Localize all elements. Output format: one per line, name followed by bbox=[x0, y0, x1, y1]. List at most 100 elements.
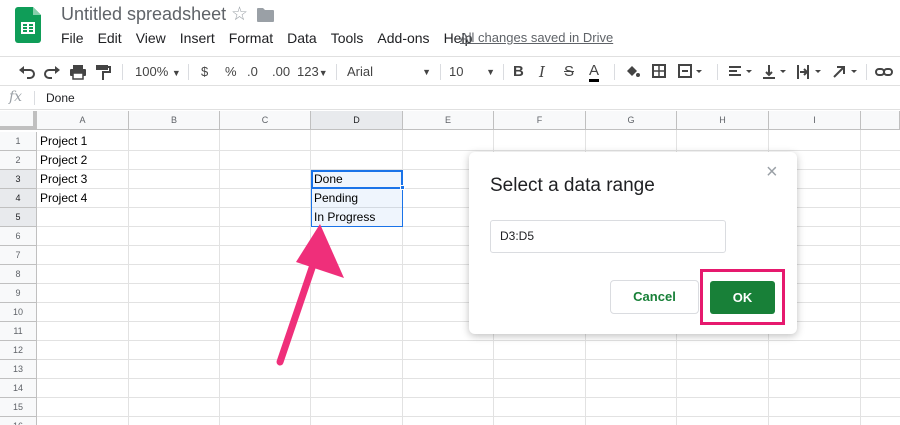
toolbar-divider bbox=[614, 64, 615, 80]
grid-line bbox=[860, 130, 861, 425]
more-formats-select[interactable]: 123▼ bbox=[297, 62, 328, 82]
column-header-g[interactable]: G bbox=[586, 111, 677, 130]
row-header-16[interactable]: 16 bbox=[0, 417, 37, 425]
strikethrough-button[interactable]: S bbox=[564, 62, 574, 82]
row-header-14[interactable]: 14 bbox=[0, 379, 37, 398]
menu-view[interactable]: View bbox=[129, 28, 173, 50]
menu-edit[interactable]: Edit bbox=[91, 28, 129, 50]
select-all-corner[interactable] bbox=[0, 111, 37, 130]
annotation-arrow-icon bbox=[276, 224, 344, 366]
column-header-d[interactable]: D bbox=[311, 111, 403, 130]
font-size-value: 10 bbox=[449, 64, 464, 79]
fill-handle[interactable] bbox=[400, 185, 405, 190]
column-header-a[interactable]: A bbox=[37, 111, 129, 130]
cell-a4[interactable]: Project 4 bbox=[37, 189, 87, 208]
horizontal-align-icon[interactable] bbox=[727, 62, 757, 82]
cell-d4[interactable]: Pending bbox=[311, 189, 358, 208]
row-header-13[interactable]: 13 bbox=[0, 360, 37, 379]
grid-line bbox=[37, 359, 900, 360]
row-header-7[interactable]: 7 bbox=[0, 246, 37, 265]
grid-line bbox=[37, 397, 900, 398]
grid-line bbox=[37, 378, 900, 379]
formula-divider bbox=[34, 91, 35, 105]
toolbar-divider bbox=[188, 64, 189, 80]
font-select[interactable]: Arial ▼ bbox=[347, 62, 431, 82]
zoom-value: 100% bbox=[135, 64, 169, 79]
cancel-button[interactable]: Cancel bbox=[610, 280, 699, 314]
formula-input[interactable]: Done bbox=[46, 91, 75, 105]
sheets-logo-icon[interactable] bbox=[15, 7, 41, 43]
toolbar-divider bbox=[122, 64, 123, 80]
menu-tools[interactable]: Tools bbox=[324, 28, 371, 50]
menu-bar: File Edit View Insert Format Data Tools … bbox=[54, 28, 479, 50]
title-bar: Untitled spreadsheet ☆ File Edit View In… bbox=[0, 0, 900, 56]
function-icon: fx bbox=[9, 89, 23, 105]
column-header-j[interactable] bbox=[861, 111, 900, 130]
print-icon[interactable] bbox=[69, 62, 87, 82]
chevron-down-icon: ▼ bbox=[318, 68, 328, 78]
row-header-1[interactable]: 1 bbox=[0, 132, 37, 151]
menu-insert[interactable]: Insert bbox=[173, 28, 222, 50]
text-color-button[interactable]: A bbox=[589, 62, 600, 82]
menu-file[interactable]: File bbox=[54, 28, 91, 50]
column-header-b[interactable]: B bbox=[129, 111, 220, 130]
column-header-c[interactable]: C bbox=[220, 111, 311, 130]
percent-format-button[interactable]: % bbox=[225, 62, 237, 82]
increase-decimal-button[interactable]: .00 bbox=[272, 62, 290, 82]
document-title[interactable]: Untitled spreadsheet bbox=[61, 4, 226, 25]
undo-icon[interactable] bbox=[18, 62, 36, 82]
italic-button[interactable]: I bbox=[539, 62, 545, 82]
grid-line bbox=[37, 150, 900, 151]
row-header-10[interactable]: 10 bbox=[0, 303, 37, 322]
zoom-select[interactable]: 100% ▼ bbox=[135, 62, 181, 82]
column-header-e[interactable]: E bbox=[403, 111, 494, 130]
row-header-15[interactable]: 15 bbox=[0, 398, 37, 417]
menu-format[interactable]: Format bbox=[222, 28, 280, 50]
decrease-decimal-button[interactable]: .0 bbox=[247, 62, 258, 82]
text-wrap-icon[interactable] bbox=[796, 62, 826, 82]
grid-line bbox=[128, 130, 129, 425]
close-icon[interactable]: × bbox=[766, 161, 778, 184]
merge-cells-icon[interactable] bbox=[677, 62, 705, 82]
toolbar-divider bbox=[866, 64, 867, 80]
insert-link-icon[interactable] bbox=[875, 62, 893, 82]
row-header-9[interactable]: 9 bbox=[0, 284, 37, 303]
bold-button[interactable]: B bbox=[513, 62, 524, 82]
row-header-8[interactable]: 8 bbox=[0, 265, 37, 284]
row-header-6[interactable]: 6 bbox=[0, 227, 37, 246]
chevron-down-icon: ▼ bbox=[486, 67, 495, 77]
star-icon[interactable]: ☆ bbox=[231, 3, 248, 26]
more-formats-label: 123 bbox=[297, 64, 319, 79]
font-value: Arial bbox=[347, 64, 374, 79]
column-header-h[interactable]: H bbox=[677, 111, 769, 130]
cell-a2[interactable]: Project 2 bbox=[37, 151, 87, 170]
text-rotation-icon[interactable] bbox=[832, 62, 862, 82]
column-header-i[interactable]: I bbox=[769, 111, 861, 130]
row-header-4[interactable]: 4 bbox=[0, 189, 37, 208]
column-header-f[interactable]: F bbox=[494, 111, 586, 130]
grid-line bbox=[219, 130, 220, 425]
row-header-3[interactable]: 3 bbox=[0, 170, 37, 189]
row-header-12[interactable]: 12 bbox=[0, 341, 37, 360]
cell-a3[interactable]: Project 3 bbox=[37, 170, 87, 189]
borders-icon[interactable] bbox=[651, 62, 667, 82]
chevron-down-icon: ▼ bbox=[171, 68, 181, 78]
paint-format-icon[interactable] bbox=[95, 62, 111, 82]
data-range-input[interactable]: D3:D5 bbox=[490, 220, 726, 253]
row-header-11[interactable]: 11 bbox=[0, 322, 37, 341]
folder-icon[interactable] bbox=[257, 8, 274, 22]
menu-add-ons[interactable]: Add-ons bbox=[370, 28, 436, 50]
save-status-link[interactable]: All changes saved in Drive bbox=[460, 30, 613, 45]
toolbar-divider bbox=[336, 64, 337, 80]
cell-a1[interactable]: Project 1 bbox=[37, 132, 87, 151]
redo-icon[interactable] bbox=[43, 62, 61, 82]
currency-format-button[interactable]: $ bbox=[201, 62, 208, 82]
row-header-5[interactable]: 5 bbox=[0, 208, 37, 227]
vertical-align-icon[interactable] bbox=[761, 62, 791, 82]
menu-data[interactable]: Data bbox=[280, 28, 324, 50]
cell-d3[interactable]: Done bbox=[311, 170, 343, 189]
grid-line bbox=[37, 416, 900, 417]
fill-color-icon[interactable] bbox=[624, 62, 640, 82]
font-size-select[interactable]: 10 ▼ bbox=[449, 62, 495, 82]
row-header-2[interactable]: 2 bbox=[0, 151, 37, 170]
